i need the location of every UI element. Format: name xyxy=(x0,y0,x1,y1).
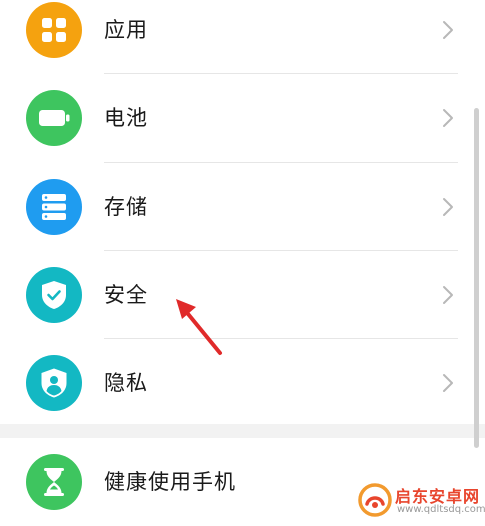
settings-item-label: 健康使用手机 xyxy=(104,470,236,494)
settings-item-label: 应用 xyxy=(104,18,148,42)
settings-item-label: 安全 xyxy=(104,283,148,307)
battery-icon xyxy=(26,90,82,146)
settings-item-privacy[interactable]: 隐私 xyxy=(0,339,470,427)
watermark-url: www.qdltsdq.com xyxy=(397,504,485,515)
chevron-right-icon xyxy=(440,19,456,41)
chevron-right-icon xyxy=(440,196,456,218)
settings-item-apps[interactable]: 应用 xyxy=(0,0,470,74)
section-separator xyxy=(0,424,485,438)
settings-item-battery[interactable]: 电池 xyxy=(0,74,470,162)
storage-icon xyxy=(26,179,82,235)
shield-check-icon xyxy=(26,267,82,323)
settings-item-storage[interactable]: 存储 xyxy=(0,163,470,251)
settings-item-label: 隐私 xyxy=(104,371,148,395)
chevron-right-icon xyxy=(440,284,456,306)
watermark-logo-icon xyxy=(357,482,393,518)
privacy-shield-icon xyxy=(26,355,82,411)
chevron-right-icon xyxy=(440,107,456,129)
apps-grid-icon xyxy=(26,2,82,58)
hourglass-icon xyxy=(26,454,82,510)
settings-list: 应用 电池 存储 安全 隐私 健康使用手机 启东安卓网 www.qdltsdq.… xyxy=(0,0,485,522)
settings-item-security[interactable]: 安全 xyxy=(0,251,470,339)
scrollbar[interactable] xyxy=(474,108,479,448)
chevron-right-icon xyxy=(440,372,456,394)
settings-item-label: 电池 xyxy=(104,106,148,130)
annotation-arrow-icon xyxy=(170,295,230,360)
watermark: 启东安卓网 www.qdltsdq.com xyxy=(355,482,485,522)
settings-item-label: 存储 xyxy=(104,195,148,219)
